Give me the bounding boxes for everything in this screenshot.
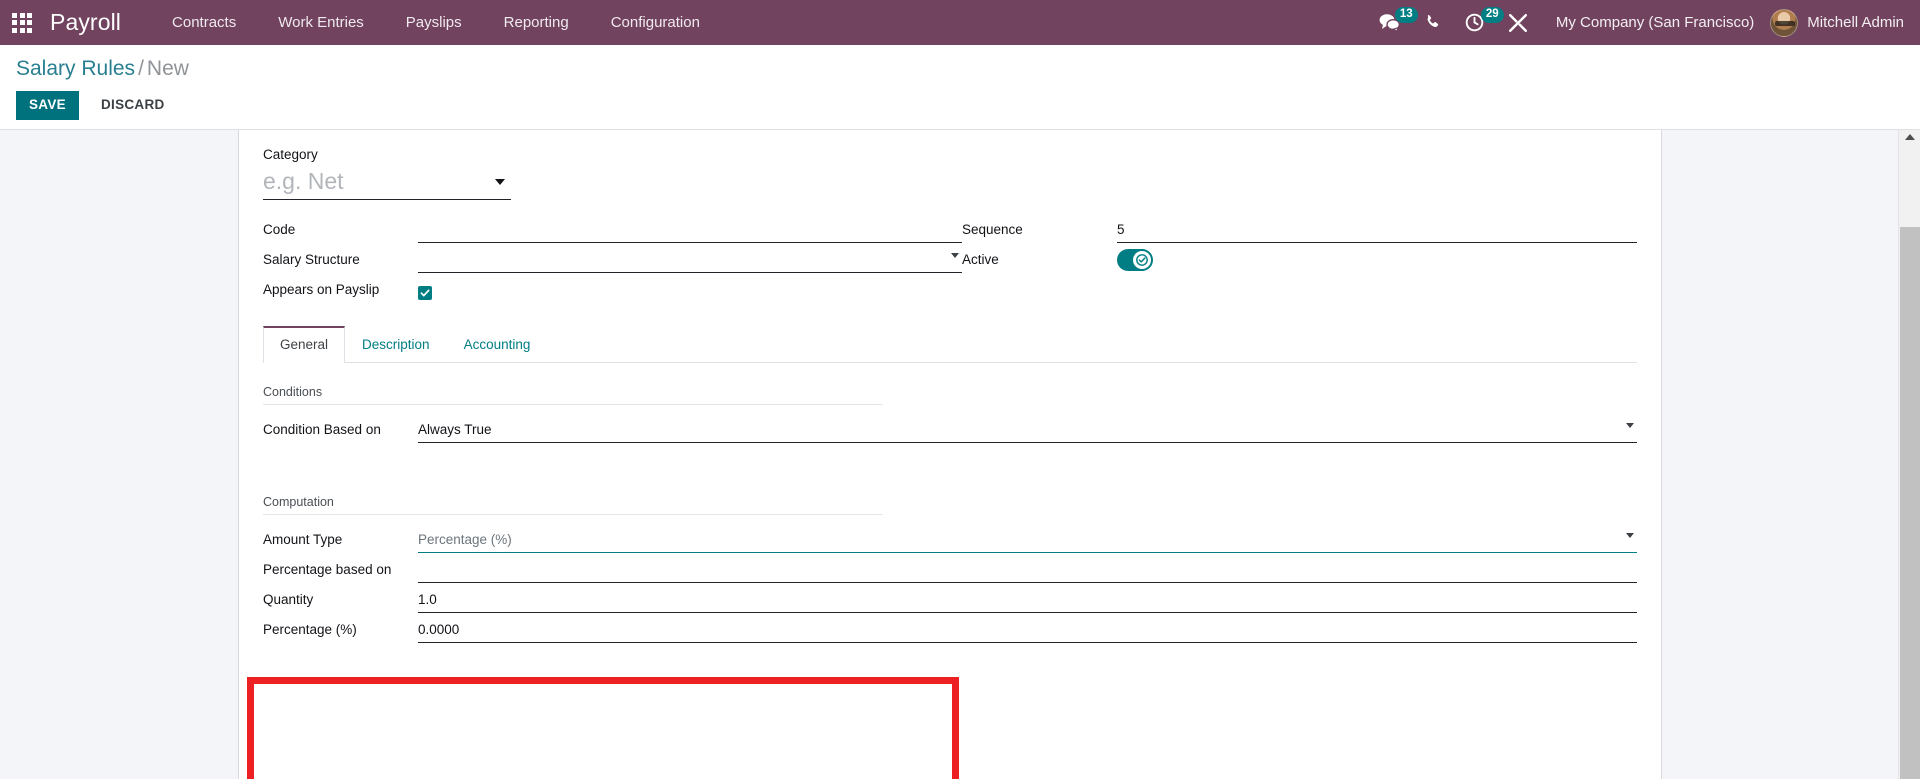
avatar [1770, 8, 1799, 37]
amount-type-label: Amount Type [263, 532, 343, 547]
percentage-based-on-label: Percentage based on [263, 562, 392, 577]
active-field-row: Active [962, 244, 1637, 273]
check-circle-icon [1136, 254, 1148, 266]
sequence-label: Sequence [961, 222, 1023, 237]
breadcrumb-item-salary-rules[interactable]: Salary Rules [16, 57, 135, 80]
discard-button[interactable]: DISCARD [88, 91, 178, 120]
menu-item-payslips[interactable]: Payslips [385, 0, 483, 45]
main-field-grid: Code Salary Structure Appears on Payslip… [263, 214, 1637, 304]
code-field-row: Code [263, 214, 962, 243]
condition-based-on-field-row: Condition Based on [263, 414, 1637, 443]
developer-tools-button[interactable] [1496, 0, 1540, 45]
code-input-wrap [418, 219, 962, 243]
tab-accounting[interactable]: Accounting [447, 326, 548, 363]
quantity-label: Quantity [263, 592, 314, 607]
scrollbar-thumb[interactable] [1900, 227, 1920, 779]
computation-group-title: Computation [263, 495, 883, 515]
condition-based-on-input-wrap [418, 419, 1637, 443]
active-toggle[interactable] [1116, 249, 1153, 271]
phone-icon [1427, 14, 1439, 28]
percentage-label: Percentage (%) [263, 622, 357, 637]
menu-item-configuration[interactable]: Configuration [590, 0, 721, 45]
right-field-column: Sequence Active [962, 214, 1637, 304]
form-action-buttons: SAVE DISCARD [0, 83, 1920, 129]
systray: 13 29 My Company (San Francisco) Mitchel… [1367, 0, 1920, 45]
salary-structure-input[interactable] [418, 249, 962, 273]
sequence-input-wrap [1116, 219, 1637, 243]
menu-item-work-entries[interactable]: Work Entries [257, 0, 385, 45]
username-label: Mitchell Admin [1807, 14, 1904, 31]
sequence-field-row: Sequence [962, 214, 1637, 243]
grid-apps-icon [12, 12, 32, 33]
sequence-input[interactable] [1116, 219, 1637, 243]
check-icon [420, 289, 430, 297]
notebook: General Description Accounting Condition… [263, 326, 1637, 643]
percentage-input-wrap [418, 619, 1637, 643]
left-field-column: Code Salary Structure Appears on Payslip [263, 214, 962, 304]
menu-item-contracts[interactable]: Contracts [151, 0, 257, 45]
breadcrumb: Salary Rules / New [0, 54, 1920, 83]
breadcrumb-separator: / [138, 57, 144, 80]
quantity-input[interactable] [418, 589, 1637, 613]
wrench-screwdriver-icon [1508, 13, 1527, 32]
percentage-field-row: Percentage (%) [263, 614, 1637, 643]
percentage-based-on-field-row: Percentage based on [263, 554, 1637, 583]
voip-phone-button[interactable] [1412, 0, 1453, 45]
top-navbar: Payroll Contracts Work Entries Payslips … [0, 0, 1920, 45]
conditions-group: Conditions Condition Based on [263, 385, 1637, 443]
company-switcher[interactable]: My Company (San Francisco) [1540, 14, 1768, 31]
apps-menu-button[interactable] [0, 0, 44, 45]
tab-description[interactable]: Description [345, 326, 447, 363]
form-content-area: Category Code Salary Structur [0, 129, 1920, 779]
salary-structure-field-row: Salary Structure [263, 244, 962, 273]
control-panel: Salary Rules / New SAVE DISCARD [0, 45, 1920, 129]
appears-on-payslip-field-row: Appears on Payslip [263, 274, 962, 303]
user-menu[interactable]: Mitchell Admin [1768, 8, 1904, 37]
condition-based-on-label: Condition Based on [263, 422, 381, 437]
save-button[interactable]: SAVE [16, 91, 79, 120]
notebook-tabs: General Description Accounting [263, 326, 1637, 363]
menu-item-reporting[interactable]: Reporting [483, 0, 590, 45]
category-input[interactable] [263, 165, 511, 200]
condition-based-on-select[interactable] [418, 419, 1637, 443]
code-label: Code [263, 222, 296, 237]
quantity-input-wrap [418, 589, 1637, 613]
app-brand-payroll[interactable]: Payroll [44, 9, 125, 36]
main-menu: Contracts Work Entries Payslips Reportin… [151, 0, 721, 45]
appears-on-payslip-label: Appears on Payslip [263, 282, 380, 297]
salary-structure-input-wrap [418, 249, 962, 273]
tab-general[interactable]: General [263, 326, 346, 363]
amount-type-select[interactable] [418, 529, 1637, 553]
computation-group: Computation Amount Type Percentage based… [263, 495, 1637, 643]
appears-on-payslip-checkbox[interactable] [418, 286, 432, 300]
active-label: Active [961, 252, 999, 267]
category-input-row [263, 165, 511, 200]
tab-pane-general: Conditions Condition Based on Computatio… [263, 363, 1637, 643]
amount-type-field-row: Amount Type [263, 524, 1637, 553]
salary-structure-label: Salary Structure [263, 252, 360, 267]
messages-button[interactable]: 13 [1367, 0, 1418, 45]
percentage-input[interactable] [418, 619, 1637, 643]
vertical-scrollbar[interactable] [1898, 130, 1920, 779]
toggle-knob [1132, 251, 1151, 269]
conditions-group-title: Conditions [263, 385, 883, 405]
category-label: Category [263, 147, 318, 162]
scroll-up-arrow-icon[interactable] [1904, 134, 1915, 140]
percentage-based-on-input-wrap [418, 559, 1637, 583]
percentage-based-on-input[interactable] [418, 559, 1637, 583]
code-input[interactable] [418, 219, 962, 243]
quantity-field-row: Quantity [263, 584, 1637, 613]
activities-button[interactable]: 29 [1453, 0, 1504, 45]
form-sheet: Category Code Salary Structur [238, 130, 1662, 779]
category-field-group: Category [263, 146, 1637, 200]
amount-type-input-wrap [418, 529, 1637, 553]
breadcrumb-item-new: New [146, 57, 189, 80]
